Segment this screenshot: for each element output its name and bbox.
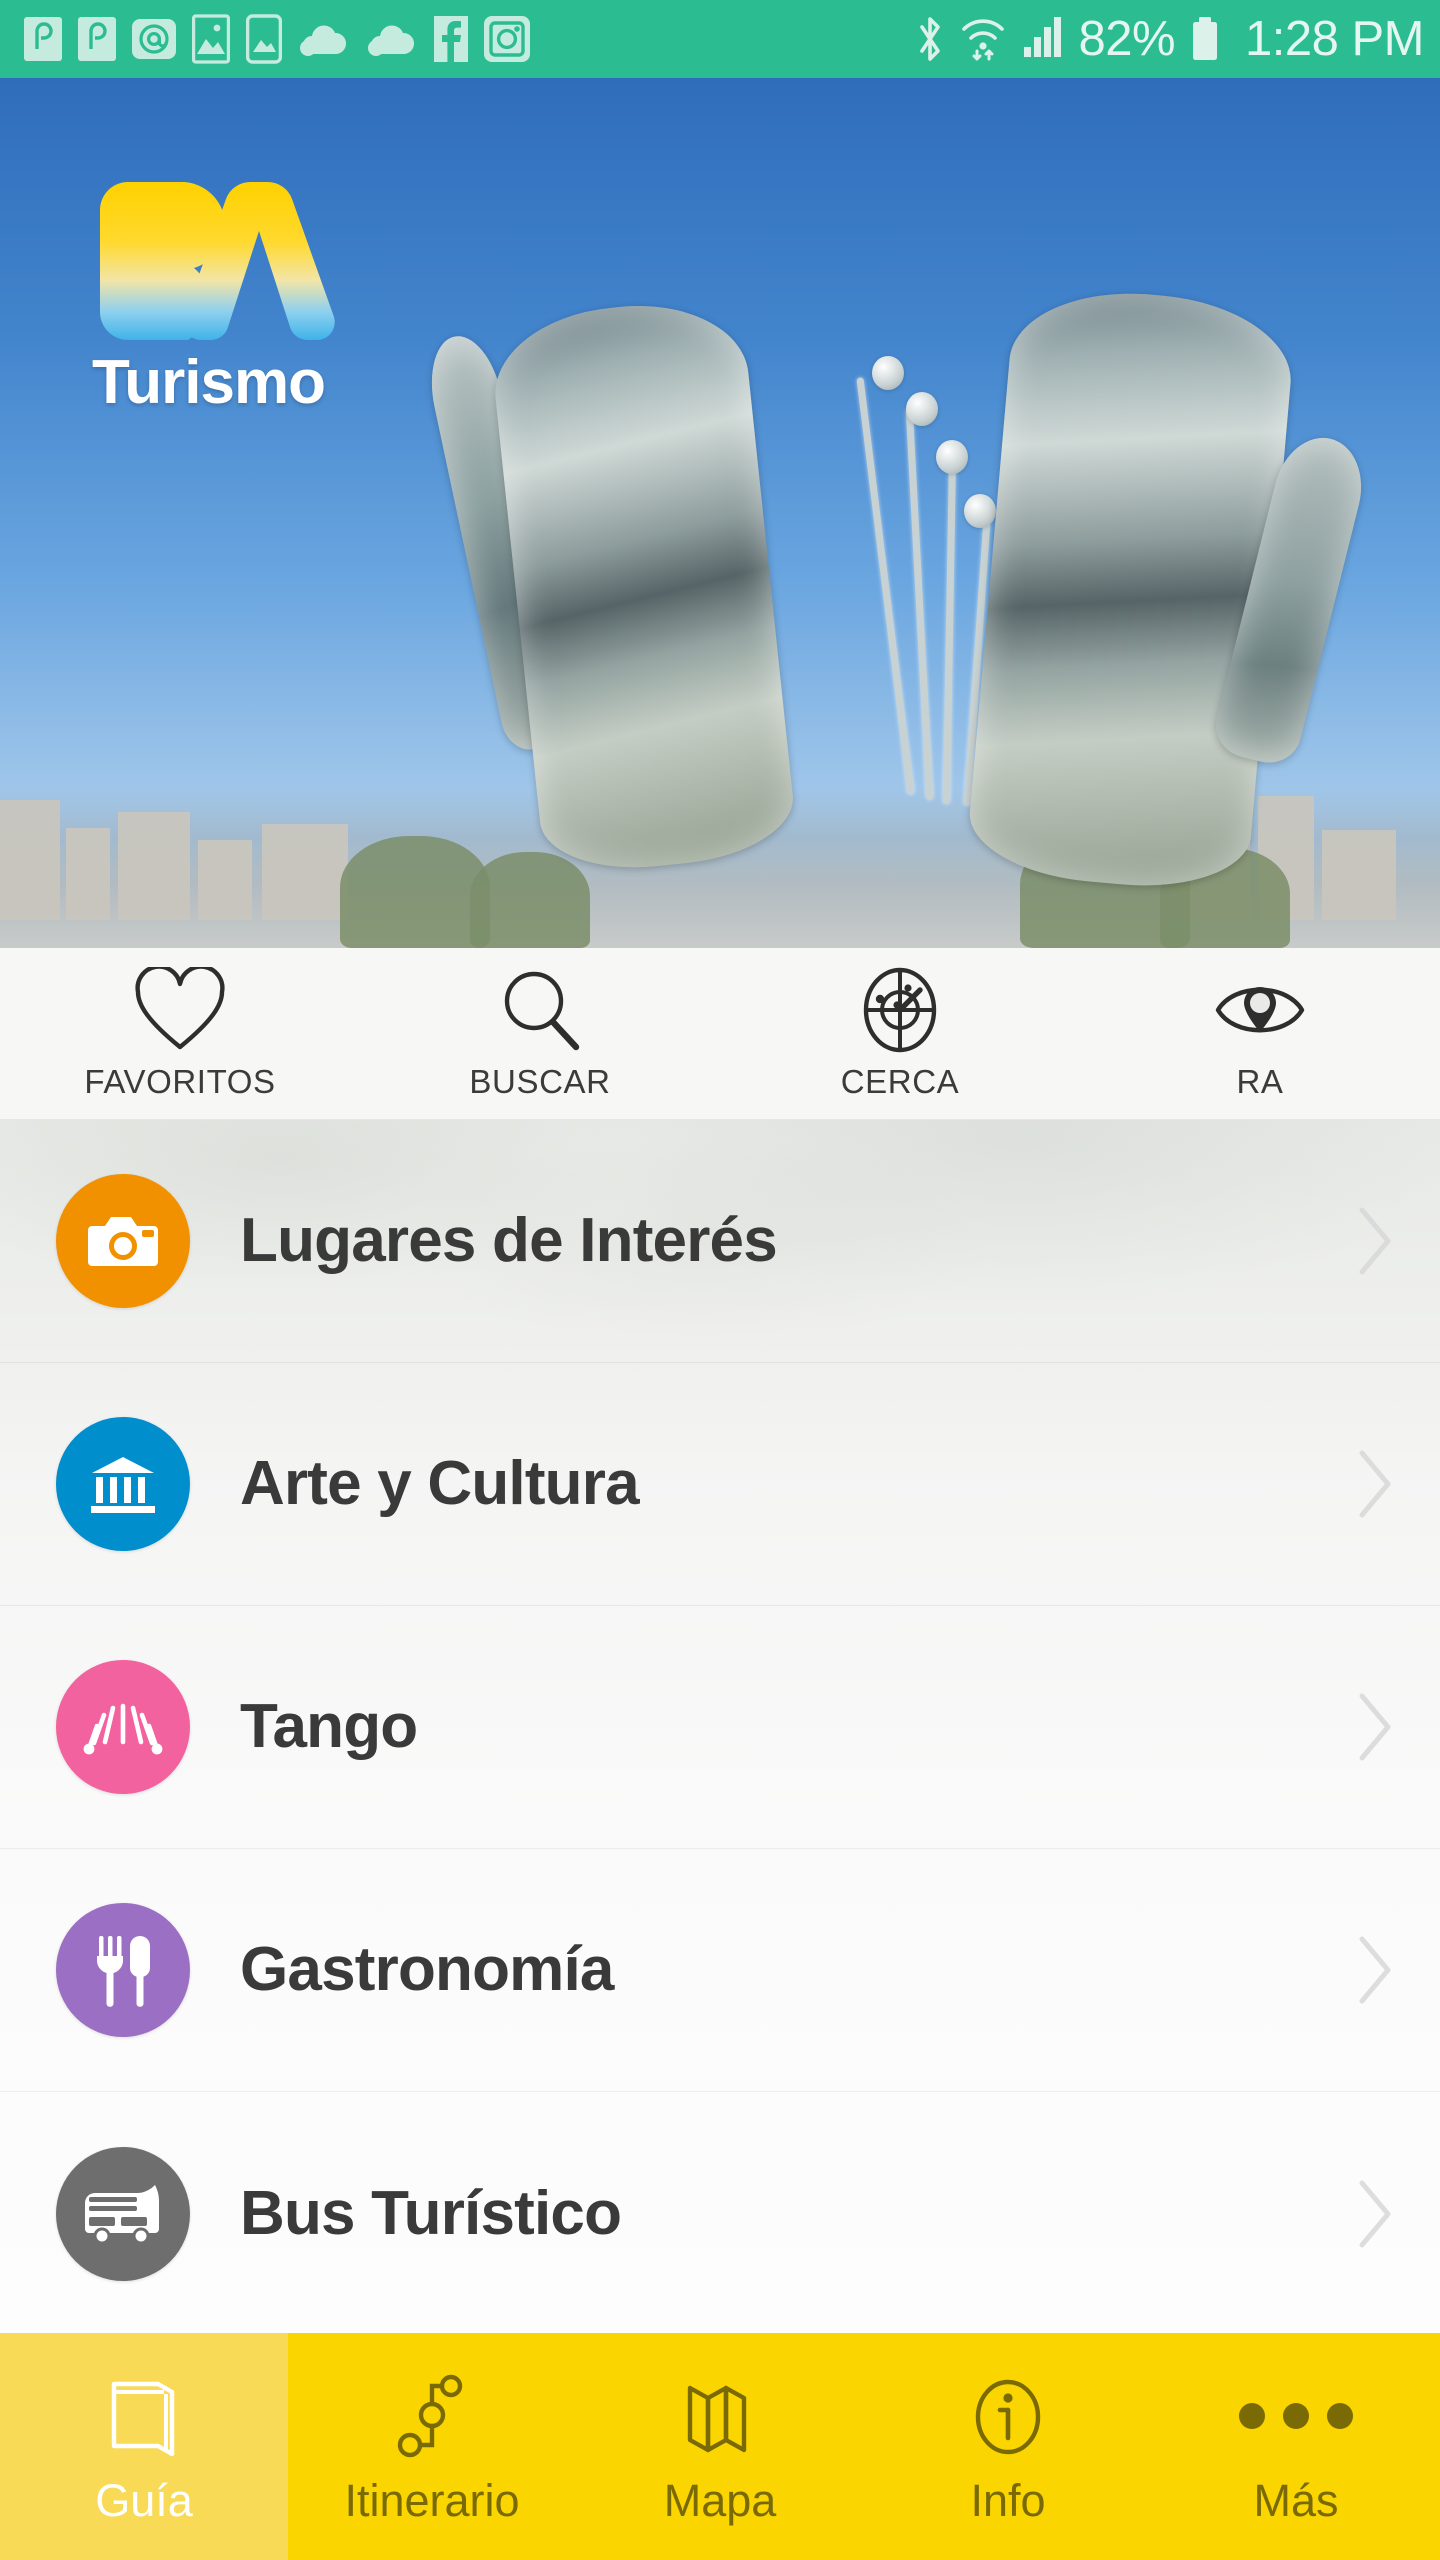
app-notification-icon-2 [78, 17, 116, 61]
status-bar-notification-icons [24, 0, 530, 78]
action-cerca[interactable]: CERCA [720, 948, 1080, 1119]
heart-icon [135, 966, 225, 1049]
instagram-icon [484, 16, 530, 62]
chevron-right-icon [1359, 1693, 1391, 1761]
nav-label: Mapa [663, 2475, 777, 2526]
cloud-sync-icon-1 [300, 25, 347, 56]
action-favoritos[interactable]: FAVORITOS [0, 948, 360, 1119]
chevron-right-icon [1359, 1207, 1391, 1275]
nav-label: Guía [95, 2475, 193, 2526]
action-label: CERCA [840, 1062, 960, 1100]
cloud-sync-icon-2 [368, 25, 415, 56]
battery-percent-label: 82% [1078, 11, 1176, 66]
nav-label: Info [970, 2475, 1046, 2526]
nav-tab-itinerario[interactable]: Itinerario [288, 2333, 576, 2560]
gallery-image-icon [192, 14, 230, 64]
route-icon [397, 2374, 463, 2458]
hero-banner: Turismo [0, 78, 1440, 948]
action-label: RA [1236, 1062, 1284, 1100]
status-bar-system-icons: 82% 1:28 PM [914, 0, 1424, 78]
battery-icon [1193, 17, 1218, 60]
petal [487, 294, 799, 878]
category-badge [56, 1660, 190, 1794]
clock-label: 1:28 PM [1245, 11, 1424, 66]
bottom-navigation: Guía Itinerario Mapa Info Más [0, 2333, 1440, 2560]
wifi-icon [962, 19, 1005, 61]
more-dots-icon [1239, 2370, 1353, 2462]
category-label: Lugares de Interés [240, 1206, 778, 1275]
nav-tab-info[interactable]: Info [864, 2333, 1152, 2560]
category-row-bus-turistico[interactable]: Bus Turístico [0, 2092, 1440, 2333]
map-icon [687, 2385, 747, 2453]
quick-actions-bar: FAVORITOS BUSCAR CERCA RA [0, 948, 1440, 1120]
bus-icon [85, 2184, 159, 2244]
museum-icon [91, 1457, 155, 1513]
category-label: Gastronomía [240, 1935, 614, 2004]
app-screen: 82% 1:28 PM Turismo FAVORITOS BUSCAR CER… [0, 0, 1440, 2560]
eye-pin-icon [1215, 986, 1305, 1032]
nav-label: Itinerario [344, 2475, 520, 2526]
app-logo: Turismo [92, 174, 392, 414]
info-circle-icon [975, 2379, 1041, 2455]
nav-tab-mas[interactable]: Más [1152, 2333, 1440, 2560]
camera-icon [88, 1217, 158, 1266]
chevron-right-icon [1359, 1936, 1391, 2004]
category-badge [56, 2146, 190, 2281]
cellular-signal-icon [1024, 17, 1062, 57]
category-row-arte-y-cultura[interactable]: Arte y Cultura [0, 1363, 1440, 1606]
category-badge [56, 1417, 190, 1551]
bandoneon-icon [83, 1703, 163, 1755]
floralis-generica-sculpture [421, 258, 1410, 948]
phone-image-icon [246, 14, 282, 64]
bluetooth-icon [920, 17, 941, 61]
radar-icon [863, 967, 937, 1052]
category-row-lugares-de-interes[interactable]: Lugares de Interés [0, 1120, 1440, 1363]
category-label: Tango [240, 1692, 418, 1761]
category-badge [56, 1174, 190, 1308]
category-list: Lugares de Interés Arte y Cultura Tango … [0, 1120, 1440, 2333]
category-row-tango[interactable]: Tango [0, 1606, 1440, 1849]
petal [964, 282, 1298, 896]
category-badge [56, 1903, 190, 2037]
category-label: Bus Turístico [240, 2178, 622, 2248]
book-icon [111, 2381, 175, 2457]
action-buscar[interactable]: BUSCAR [360, 948, 720, 1119]
action-label: FAVORITOS [84, 1062, 276, 1100]
category-row-gastronomia[interactable]: Gastronomía [0, 1849, 1440, 2092]
logo-wordmark: Turismo [92, 348, 326, 417]
chevron-right-icon [1359, 2180, 1391, 2247]
facebook-icon [434, 16, 468, 62]
action-label: BUSCAR [469, 1062, 611, 1100]
ba-logomark-icon [100, 182, 335, 340]
status-bar: 82% 1:28 PM [0, 0, 1440, 78]
nav-label: Más [1253, 2475, 1339, 2526]
action-ra[interactable]: RA [1080, 948, 1440, 1119]
chevron-right-icon [1359, 1450, 1391, 1518]
nav-tab-mapa[interactable]: Mapa [576, 2333, 864, 2560]
app-notification-icon-1 [24, 17, 62, 61]
category-label: Arte y Cultura [240, 1449, 640, 1518]
search-icon [504, 971, 580, 1050]
fork-knife-icon [97, 1936, 150, 2007]
email-at-icon [132, 19, 176, 59]
nav-tab-guia[interactable]: Guía [0, 2333, 288, 2560]
